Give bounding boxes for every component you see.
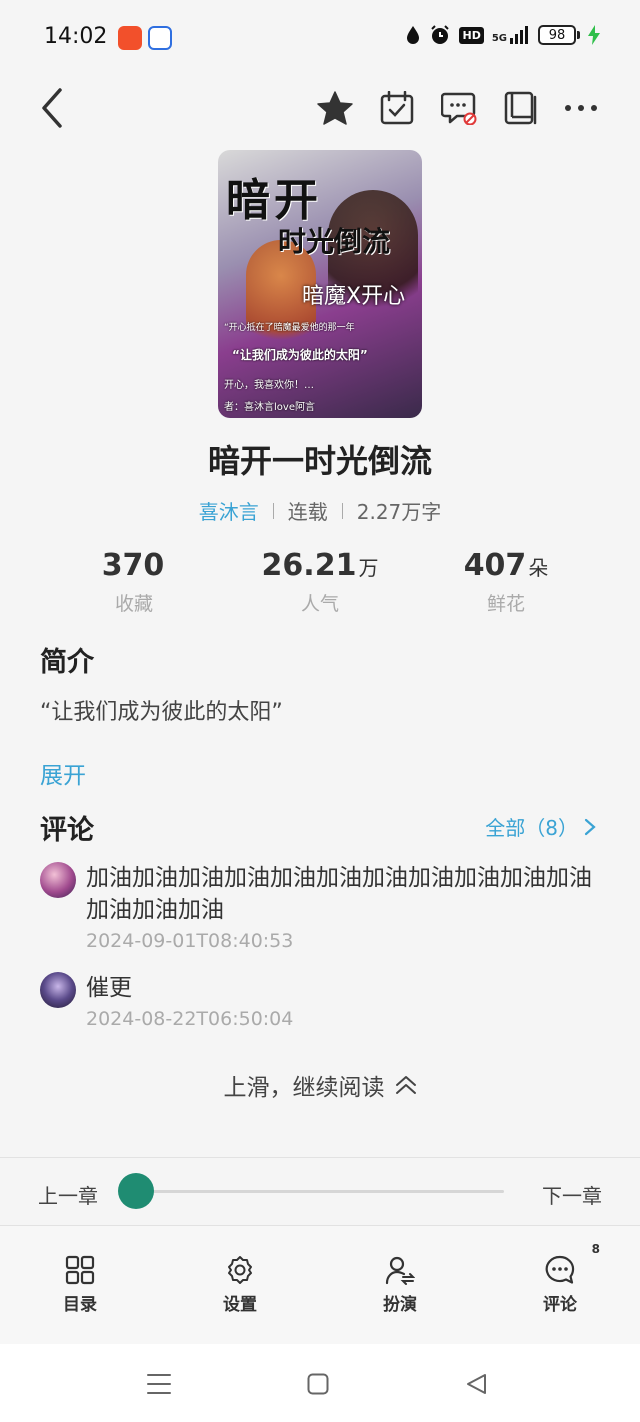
alarm-icon xyxy=(429,24,451,46)
user-switch-icon xyxy=(385,1256,415,1285)
cover-caption-2: “让我们成为彼此的太阳” xyxy=(232,348,368,362)
settings-label: 设置 xyxy=(223,1295,257,1315)
stat-favorites-value: 370 xyxy=(101,548,165,583)
app-notification-icon xyxy=(118,26,142,50)
roleplay-button[interactable]: 扮演 xyxy=(360,1254,440,1315)
bottom-toolbar: 目录 设置 扮演 8 评论 xyxy=(0,1226,640,1344)
grid-icon xyxy=(65,1255,95,1285)
stat-popularity: 26.21 万 人气 xyxy=(220,548,420,616)
book-stats: 370 收藏 26.21 万 人气 407 朵 鲜花 xyxy=(0,548,640,618)
continue-reading[interactable]: 上滑，继续阅读 xyxy=(0,1068,640,1102)
intro-text: “让我们成为彼此的太阳” xyxy=(40,700,283,725)
meta-divider xyxy=(272,502,274,519)
cover-tag: 暗魔X开心 xyxy=(302,284,406,309)
meta-divider xyxy=(341,502,343,519)
roleplay-label: 扮演 xyxy=(383,1295,417,1315)
system-back-button[interactable] xyxy=(462,1370,490,1398)
book-cover[interactable]: 暗开 时光倒流 暗魔X开心 “开心抵在了暗魔最爱他的那一年 “让我们成为彼此的太… xyxy=(218,150,422,418)
cover-caption-1: “开心抵在了暗魔最爱他的那一年 xyxy=(224,323,355,333)
system-nav-bar xyxy=(0,1344,640,1422)
prev-chapter-button[interactable]: 上一章 xyxy=(38,1180,98,1209)
settings-button[interactable]: 设置 xyxy=(200,1254,280,1315)
chapter-slider-track[interactable] xyxy=(136,1190,504,1193)
stat-flowers-unit: 朵 xyxy=(528,556,549,580)
comment-text: 催更 xyxy=(86,975,132,1001)
stat-flowers: 407 朵 鲜花 xyxy=(406,548,606,616)
toc-label: 目录 xyxy=(63,1295,97,1315)
double-chevron-up-icon xyxy=(395,1076,416,1094)
more-icon xyxy=(565,105,597,111)
comments-label: 评论 xyxy=(543,1295,577,1315)
continue-reading-label: 上滑，继续阅读 xyxy=(223,1075,385,1101)
all-comments-label: 全部（8） xyxy=(485,816,578,840)
book-title: 暗开一时光倒流 xyxy=(207,442,432,480)
avatar[interactable] xyxy=(40,862,76,898)
all-comments-link[interactable]: 全部（8） xyxy=(485,812,596,841)
checkin-button[interactable] xyxy=(375,86,419,130)
cover-caption-3: 开心，我喜欢你！… xyxy=(224,380,314,391)
stat-popularity-value: 26.21 xyxy=(261,548,357,583)
stat-popularity-label: 人气 xyxy=(300,593,339,615)
app-notification-icon-2 xyxy=(148,26,172,50)
book-detail-page: 14:02 HD 5G 98 暗开 时光倒流 暗魔X开心 “开心抵在了暗魔最爱他… xyxy=(0,0,640,1422)
stat-popularity-unit: 万 xyxy=(358,556,379,580)
status-bar: 14:02 HD 5G 98 xyxy=(0,0,640,76)
square-icon xyxy=(307,1373,329,1395)
gear-icon xyxy=(228,1256,252,1284)
expand-intro-link[interactable]: 展开 xyxy=(40,756,86,790)
battery-icon: 98 xyxy=(538,25,580,45)
chevron-right-icon xyxy=(584,818,596,835)
comment-off-icon xyxy=(441,92,477,125)
recent-apps-button[interactable] xyxy=(145,1370,173,1398)
serial-status: 连载 xyxy=(287,500,328,524)
home-button[interactable] xyxy=(304,1370,332,1398)
status-icons: HD 5G 98 xyxy=(405,24,600,46)
stat-flowers-value: 407 xyxy=(463,548,527,583)
toc-button[interactable]: 目录 xyxy=(40,1254,120,1315)
back-button[interactable] xyxy=(30,86,74,130)
charging-icon xyxy=(588,25,600,45)
stat-flowers-label: 鲜花 xyxy=(486,593,525,615)
next-chapter-button[interactable]: 下一章 xyxy=(542,1180,602,1209)
comment-item[interactable]: 加油加油加油加油加油加油加油加油加油加油加油加油加油加油 2024-09-01T… xyxy=(40,862,600,952)
water-drop-icon xyxy=(405,25,421,45)
bookshelf-button[interactable] xyxy=(498,86,542,130)
stat-favorites-label: 收藏 xyxy=(114,593,153,615)
stat-favorites: 370 收藏 xyxy=(34,548,234,616)
comment-icon xyxy=(545,1255,575,1284)
chapter-nav: 上一章 下一章 xyxy=(0,1158,640,1224)
author-link[interactable]: 喜沐言 xyxy=(199,496,259,525)
back-arrow-icon xyxy=(42,88,62,128)
intro-heading: 简介 xyxy=(40,647,94,678)
avatar[interactable] xyxy=(40,972,76,1008)
comment-time: 2024-08-22T06:50:04 xyxy=(86,1008,294,1030)
chapter-slider-handle[interactable] xyxy=(118,1173,154,1209)
comment-time: 2024-09-01T08:40:53 xyxy=(86,930,294,952)
hd-icon: HD xyxy=(459,26,484,44)
cover-title: 暗开 xyxy=(226,175,322,226)
menu-icon xyxy=(147,1374,171,1394)
book-meta: 喜沐言 连载 2.27万字 xyxy=(0,496,640,525)
comment-settings-button[interactable] xyxy=(437,86,481,130)
book-icon xyxy=(504,91,537,125)
signal-icon: 5G xyxy=(492,26,530,44)
star-icon xyxy=(317,91,353,125)
status-time: 14:02 xyxy=(44,24,108,49)
more-button[interactable] xyxy=(559,86,603,130)
comments-button[interactable]: 8 评论 xyxy=(520,1242,600,1315)
favorite-button[interactable] xyxy=(313,86,357,130)
cover-subtitle: 时光倒流 xyxy=(278,225,391,258)
top-nav xyxy=(0,80,640,136)
word-count: 2.27万字 xyxy=(356,500,442,524)
comment-item[interactable]: 催更 2024-08-22T06:50:04 xyxy=(40,972,600,1032)
cover-caption-4: 者：喜沐言love阿言 xyxy=(224,402,315,413)
comments-count-badge: 8 xyxy=(591,1242,600,1256)
calendar-check-icon xyxy=(380,91,414,125)
triangle-back-icon xyxy=(467,1374,486,1394)
comments-heading: 评论 xyxy=(40,815,94,846)
comment-text: 加油加油加油加油加油加油加油加油加油加油加油加油加油加油 xyxy=(86,865,592,923)
